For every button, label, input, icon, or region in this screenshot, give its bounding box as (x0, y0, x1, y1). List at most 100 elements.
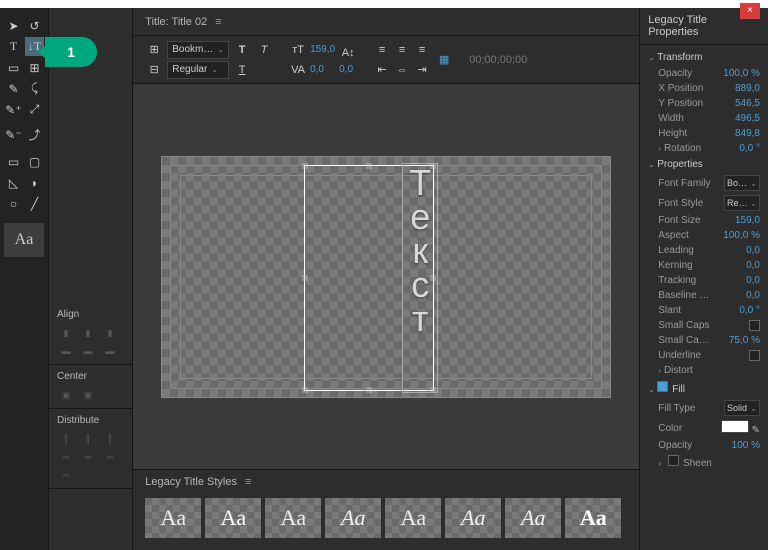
smallcaps-check[interactable] (749, 320, 760, 331)
fill-opacity-value[interactable]: 100 % (732, 440, 760, 451)
opacity-value[interactable]: 100,0 % (723, 68, 760, 79)
font-style-dd[interactable]: Regular (167, 61, 229, 79)
callout-badge: 1 (45, 37, 97, 67)
line-tool[interactable]: ╱ (25, 194, 44, 213)
italic-icon[interactable]: T (255, 41, 273, 59)
underline-check[interactable] (749, 350, 760, 361)
rotate-tool[interactable]: ↺ (25, 16, 44, 35)
add-anchor-tool[interactable]: ✎⁺ (4, 100, 23, 119)
baseline-value[interactable]: 0,0 (746, 290, 760, 301)
tab-left-icon[interactable]: ⇤ (373, 61, 391, 79)
align-bottom[interactable]: ▬ (101, 344, 119, 358)
area-type-tool[interactable]: ▭ (4, 58, 23, 77)
dist-3[interactable]: ║ (101, 432, 119, 446)
align-vcenter[interactable]: ▬ (79, 344, 97, 358)
dist-4[interactable]: ═ (57, 450, 75, 464)
xpos-value[interactable]: 889,0 (735, 83, 760, 94)
eyedropper-icon[interactable]: ✎ (752, 425, 760, 436)
tab-right-icon[interactable]: ⇥ (413, 61, 431, 79)
center-v[interactable]: ▣ (79, 388, 97, 402)
slant-value[interactable]: 0,0 ° (739, 305, 760, 316)
align-center-icon[interactable]: ≡ (393, 41, 411, 59)
kerning-field[interactable]: 0,0 (310, 64, 324, 75)
ff-dd[interactable]: Bo… (724, 175, 760, 191)
title-canvas[interactable]: Текст (161, 156, 611, 398)
transform-heading[interactable]: Transform (648, 49, 760, 66)
font-size-field[interactable]: 159,0 (310, 44, 335, 55)
align-hcenter[interactable]: ▮ (79, 326, 97, 340)
filltype-dd[interactable]: Solid (724, 400, 760, 416)
wedge-tool[interactable]: ◺ (4, 173, 23, 192)
eyedropper-tool[interactable]: ⤢ (25, 100, 44, 119)
underline-label: Underline (658, 350, 701, 361)
properties-heading[interactable]: Properties (648, 156, 760, 173)
style-swatch[interactable]: Aa (445, 498, 501, 538)
convert-anchor-tool[interactable]: ⤴ (25, 125, 44, 144)
kerning-value[interactable]: 0,0 (746, 260, 760, 271)
align-panels: Align ▮▮▮▬▬▬ Center ▣▣ Distribute ║║║═══… (48, 8, 133, 550)
rotation-value[interactable]: 0,0 ° (739, 143, 760, 154)
leading-value[interactable]: 0,0 (746, 245, 760, 256)
style-swatch[interactable]: Aa (385, 498, 441, 538)
aspect-value[interactable]: 100,0 % (723, 230, 760, 241)
style-swatch[interactable]: Aa (145, 498, 201, 538)
width-value[interactable]: 496,5 (735, 113, 760, 124)
style-swatch[interactable]: Aa (265, 498, 321, 538)
template-icon[interactable]: ⊞ (145, 41, 163, 59)
vertical-text[interactable]: Текст (402, 163, 438, 393)
align-right-icon[interactable]: ≡ (413, 41, 431, 59)
type-toolbar: ⊞⊟ Bookm…Regular TTT тT159,0VA0,0 A↕0,0 … (133, 36, 639, 84)
style-swatch[interactable]: Aa (505, 498, 561, 538)
height-value[interactable]: 849,8 (735, 128, 760, 139)
align-left[interactable]: ▮ (57, 326, 75, 340)
size-value[interactable]: 159,0 (735, 215, 760, 226)
dist-6[interactable]: ═ (101, 450, 119, 464)
vertical-area-type-tool[interactable]: ⊞ (25, 58, 44, 77)
delete-anchor-tool[interactable]: ✎⁻ (4, 125, 23, 144)
sheen-check[interactable] (668, 455, 679, 466)
style-swatch[interactable]: Aa (205, 498, 261, 538)
fill-heading[interactable]: Fill (648, 378, 760, 398)
menu-icon[interactable]: ≡ (215, 16, 227, 28)
center-h[interactable]: ▣ (57, 388, 75, 402)
font-family-dd[interactable]: Bookm… (167, 41, 229, 59)
tab-center-icon[interactable]: ⇔ (393, 61, 411, 79)
style-swatch[interactable]: Aa (325, 498, 381, 538)
bold-icon[interactable]: T (233, 41, 251, 59)
fs-dd[interactable]: Re… (724, 195, 760, 211)
arc-tool[interactable]: ◗ (25, 173, 44, 192)
dist-5[interactable]: ═ (79, 450, 97, 464)
tracking-label: Tracking (658, 275, 696, 286)
width-label: Width (658, 113, 684, 124)
style-preview[interactable]: Aa (4, 223, 44, 257)
show-video-icon[interactable]: ▦ (435, 51, 453, 69)
fill-check[interactable] (657, 381, 668, 392)
dist-7[interactable]: ═ (57, 468, 75, 482)
dist-2[interactable]: ║ (79, 432, 97, 446)
ypos-value[interactable]: 546,5 (735, 98, 760, 109)
close-button[interactable]: × (740, 3, 760, 19)
type-tool[interactable]: T (4, 37, 23, 56)
ff-label: Font Family (658, 178, 710, 189)
align-left-icon[interactable]: ≡ (373, 41, 391, 59)
size-label: Font Size (658, 215, 700, 226)
rectangle-tool[interactable]: ▭ (4, 152, 23, 171)
color-swatch[interactable] (721, 420, 749, 433)
title-name: Title: Title 02 (145, 16, 207, 28)
selection-tool[interactable]: ➤ (4, 16, 23, 35)
roll-icon[interactable]: ⊟ (145, 61, 163, 79)
canvas-area[interactable]: Текст (133, 84, 639, 469)
align-right[interactable]: ▮ (101, 326, 119, 340)
underline-icon[interactable]: T (233, 61, 251, 79)
leading-field[interactable]: 0,0 (339, 64, 353, 75)
style-swatch[interactable]: Aa (565, 498, 621, 538)
align-top[interactable]: ▬ (57, 344, 75, 358)
smallcapsz-value[interactable]: 75,0 % (729, 335, 760, 346)
path-type-tool[interactable]: ✎ (4, 79, 23, 98)
rounded-rect-tool[interactable]: ▢ (25, 152, 44, 171)
pen-tool[interactable]: ⤹ (25, 79, 44, 98)
tracking-value[interactable]: 0,0 (746, 275, 760, 286)
dist-1[interactable]: ║ (57, 432, 75, 446)
ellipse-tool[interactable]: ○ (4, 194, 23, 213)
styles-menu-icon[interactable]: ≡ (245, 476, 257, 488)
